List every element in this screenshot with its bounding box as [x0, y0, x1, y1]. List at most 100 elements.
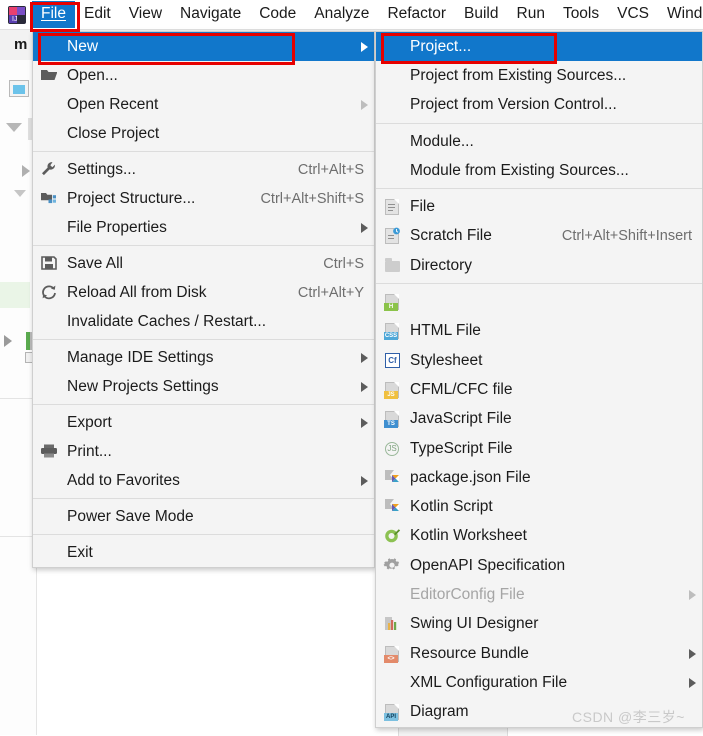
menubar-item-window[interactable]: Wind — [658, 1, 703, 28]
menubar-item-code-label: Code — [259, 5, 297, 22]
menu-item-project-structure[interactable]: Project Structure... Ctrl+Alt+Shift+S — [33, 184, 374, 213]
submenu-item-kotlin-worksheet-label: Kotlin Script — [410, 498, 493, 516]
project-tool-window-icon[interactable] — [9, 80, 29, 97]
submenu-item-resource-bundle[interactable]: Swing UI Designer — [376, 610, 702, 639]
no-icon-placeholder — [39, 218, 61, 238]
intellij-idea-logo-icon: IJ — [8, 5, 26, 24]
menubar-item-navigate-label: Navigate — [180, 5, 242, 22]
no-icon-placeholder — [382, 66, 404, 86]
menubar-item-file-label: File — [41, 5, 66, 22]
submenu-item-project[interactable]: Project... — [376, 32, 702, 62]
submenu-item-project-from-existing-sources[interactable]: Project from Existing Sources... — [376, 61, 702, 90]
project-structure-icon — [39, 189, 61, 209]
menubar-item-edit[interactable]: Edit — [75, 1, 120, 28]
menu-item-close-project[interactable]: Close Project — [33, 119, 374, 148]
kotlin-icon — [382, 468, 404, 488]
submenu-item-diagram-label: XML Configuration File — [410, 673, 568, 691]
submenu-item-typescript-file[interactable]: TS JavaScript File — [376, 405, 702, 434]
submenu-item-scratch-file-accel: Ctrl+Alt+Shift+Insert — [561, 228, 692, 245]
no-icon-placeholder — [39, 348, 61, 368]
expand-triangle-icon[interactable] — [22, 165, 30, 177]
wrench-icon — [39, 160, 61, 180]
submenu-item-kotlin-script[interactable]: package.json File — [376, 463, 702, 492]
menubar-item-refactor[interactable]: Refactor — [378, 1, 455, 28]
menu-item-add-to-favorites[interactable]: Add to Favorites — [33, 466, 374, 495]
submenu-item-scratch-file[interactable]: Scratch File Ctrl+Alt+Shift+Insert — [376, 222, 702, 251]
no-icon-placeholder — [39, 377, 61, 397]
menubar-item-code[interactable]: Code — [250, 1, 305, 28]
submenu-item-html-file[interactable]: H — [376, 287, 702, 316]
menubar-item-tools[interactable]: Tools — [554, 1, 608, 28]
menubar-item-refactor-label: Refactor — [387, 5, 447, 22]
menu-separator — [33, 534, 374, 535]
menu-item-print[interactable]: Print... — [33, 437, 374, 466]
submenu-item-xml-configuration-file-label: Resource Bundle — [410, 644, 529, 662]
submenu-item-module-from-existing-sources-label: Module from Existing Sources... — [410, 161, 629, 179]
submenu-item-package-json-file[interactable]: JS TypeScript File — [376, 434, 702, 463]
menu-separator — [376, 283, 702, 285]
submenu-item-module[interactable]: Module... — [376, 127, 702, 156]
menu-item-project-structure-label: Project Structure... — [67, 189, 196, 207]
menubar-item-run[interactable]: Run — [508, 1, 554, 28]
menu-item-reload-all-from-disk[interactable]: Reload All from Disk Ctrl+Alt+Y — [33, 278, 374, 307]
menu-item-open-recent[interactable]: Open Recent — [33, 90, 374, 119]
submenu-item-file[interactable]: File — [376, 192, 702, 221]
submenu-item-swing-ui-designer[interactable]: EditorConfig File — [376, 580, 702, 609]
collapse-triangle-icon-2[interactable] — [14, 190, 26, 197]
submenu-item-module-from-existing-sources[interactable]: Module from Existing Sources... — [376, 156, 702, 185]
submenu-item-project-label: Project... — [410, 37, 472, 55]
menu-item-open[interactable]: Open... — [33, 61, 374, 90]
menu-item-export[interactable]: Export — [33, 408, 374, 437]
save-icon — [39, 254, 61, 274]
menubar-item-file[interactable]: File — [32, 1, 75, 28]
submenu-item-cfml-cfc-file[interactable]: Cf Stylesheet — [376, 346, 702, 375]
menu-item-exit[interactable]: Exit — [33, 538, 374, 567]
menu-item-exit-label: Exit — [67, 543, 93, 561]
menu-item-new-label: New — [67, 37, 99, 55]
submenu-item-javascript-file[interactable]: JS CFML/CFC file — [376, 375, 702, 404]
submenu-item-stylesheet[interactable]: CSS HTML File — [376, 317, 702, 346]
menubar-item-build[interactable]: Build — [455, 1, 507, 28]
http-request-icon: API — [382, 702, 404, 722]
openapi-icon — [382, 526, 404, 546]
menu-item-save-all-accel: Ctrl+S — [323, 255, 364, 272]
submenu-item-directory[interactable]: Directory — [376, 251, 702, 280]
menubar-item-analyze[interactable]: Analyze — [305, 1, 378, 28]
no-icon-placeholder — [382, 37, 404, 57]
chevron-right-icon — [689, 677, 696, 688]
submenu-item-editorconfig-file[interactable]: OpenAPI Specification — [376, 551, 702, 580]
chevron-right-icon — [689, 589, 696, 600]
menubar-item-vcs[interactable]: VCS — [608, 1, 658, 28]
menu-item-file-properties[interactable]: File Properties — [33, 213, 374, 242]
submenu-item-xml-configuration-file[interactable]: <> Resource Bundle — [376, 639, 702, 668]
menu-bar-items: File Edit View Navigate Code Analyze Ref… — [32, 0, 703, 29]
submenu-item-project-from-version-control[interactable]: Project from Version Control... — [376, 91, 702, 120]
menu-item-file-properties-label: File Properties — [67, 218, 167, 236]
no-icon-placeholder — [382, 673, 404, 693]
menubar-item-view[interactable]: View — [120, 1, 171, 28]
menu-item-settings[interactable]: Settings... Ctrl+Alt+S — [33, 155, 374, 184]
menu-item-new[interactable]: New — [33, 32, 374, 61]
run-gutter-icon[interactable] — [4, 335, 12, 347]
no-icon-placeholder — [382, 161, 404, 181]
menubar-item-navigate[interactable]: Navigate — [171, 1, 250, 28]
typescript-file-icon: TS — [382, 409, 404, 429]
submenu-item-diagram[interactable]: XML Configuration File — [376, 668, 702, 697]
submenu-item-kotlin-script-label: package.json File — [410, 468, 531, 486]
chevron-right-icon — [361, 475, 368, 486]
menu-item-save-all[interactable]: Save All Ctrl+S — [33, 249, 374, 278]
submenu-item-swing-ui-designer-label: EditorConfig File — [410, 585, 525, 603]
chevron-right-icon — [361, 222, 368, 233]
menu-item-project-structure-accel: Ctrl+Alt+Shift+S — [260, 190, 364, 207]
collapse-triangle-icon[interactable] — [6, 123, 22, 132]
menu-item-invalidate-caches[interactable]: Invalidate Caches / Restart... — [33, 307, 374, 336]
menu-item-manage-ide-settings[interactable]: Manage IDE Settings — [33, 343, 374, 372]
submenu-item-kotlin-worksheet[interactable]: Kotlin Script — [376, 492, 702, 521]
menu-item-new-projects-settings[interactable]: New Projects Settings — [33, 372, 374, 401]
menubar-item-vcs-label: VCS — [617, 5, 649, 22]
chevron-right-icon — [361, 381, 368, 392]
submenu-item-cfml-cfc-file-label: Stylesheet — [410, 351, 483, 369]
menu-item-power-save-mode[interactable]: Power Save Mode — [33, 502, 374, 531]
gutter-divider — [0, 398, 36, 399]
submenu-item-openapi-specification[interactable]: Kotlin Worksheet — [376, 522, 702, 551]
